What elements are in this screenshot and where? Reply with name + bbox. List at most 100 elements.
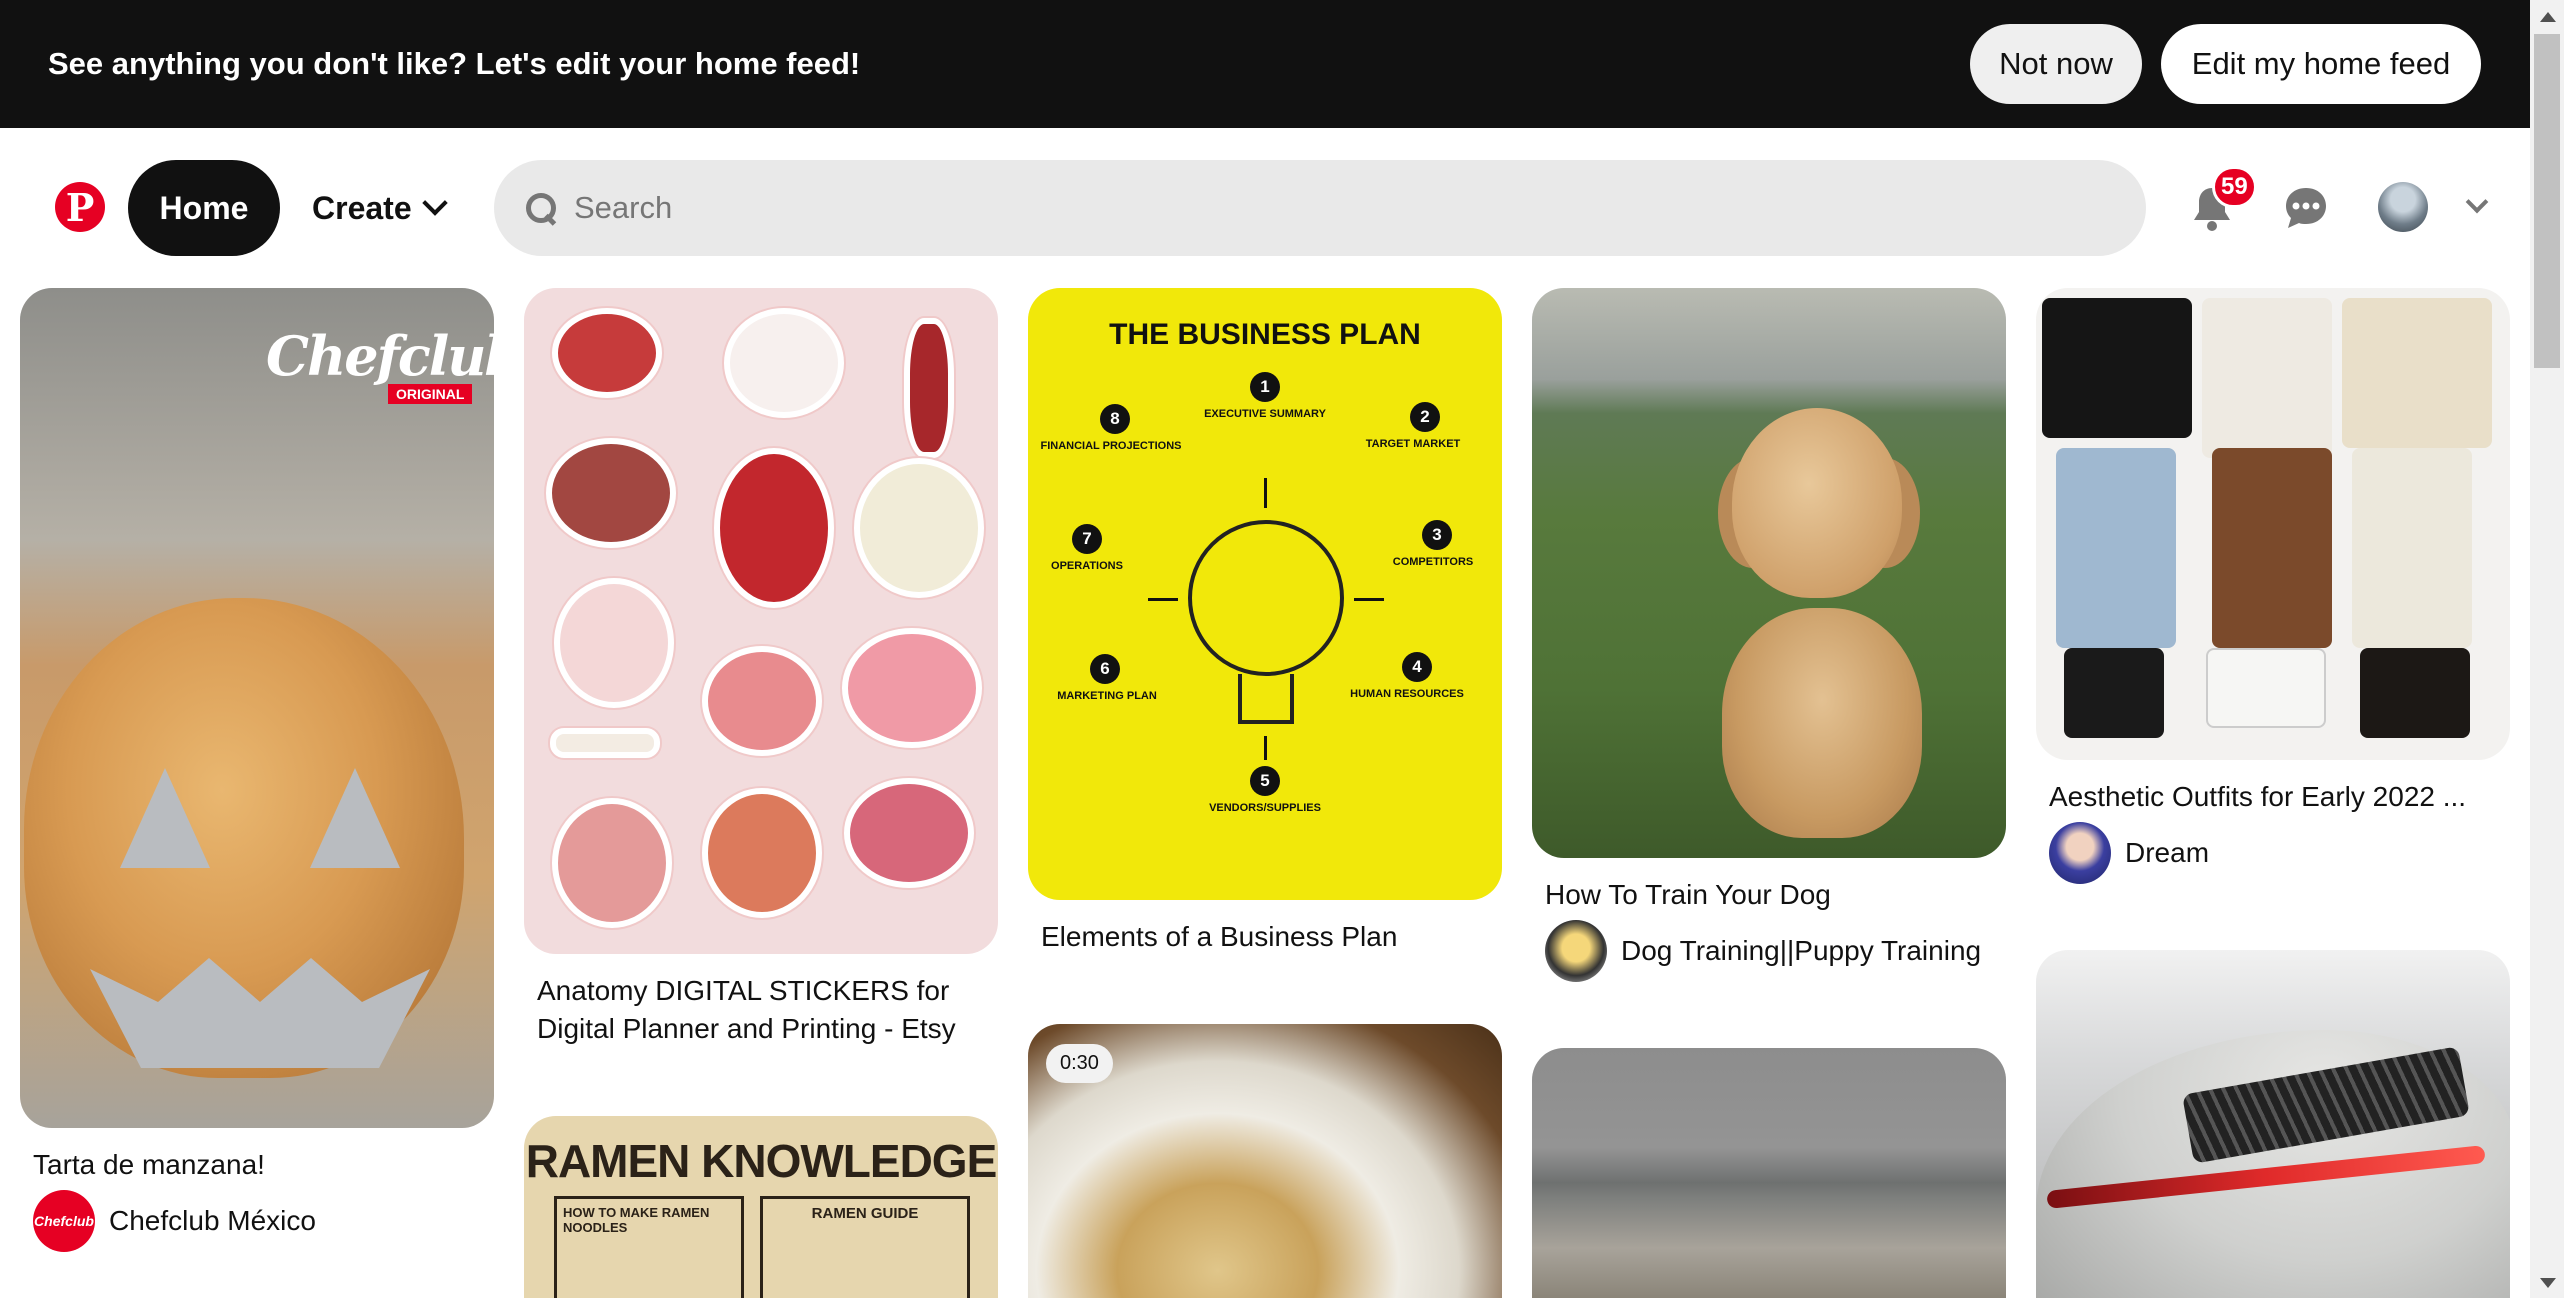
step-label: OPERATIONS [1051, 560, 1123, 572]
stomach-sticker [702, 646, 822, 756]
blue-jeans [2056, 448, 2176, 648]
scrollbar-thumb[interactable] [2534, 34, 2560, 368]
creator-avatar [1545, 920, 1607, 982]
user-avatar[interactable] [2378, 182, 2428, 232]
search-icon [524, 191, 558, 225]
ramen-subheading: HOW TO MAKE RAMEN NOODLES [563, 1205, 710, 1235]
connector-line [1264, 478, 1267, 508]
scroll-up-icon[interactable] [2540, 12, 2556, 22]
create-label: Create [312, 189, 412, 226]
kidney-sticker [552, 308, 662, 398]
step-label: EXECUTIVE SUMMARY [1204, 408, 1326, 420]
not-now-button[interactable]: Not now [1970, 24, 2142, 104]
cream-sweater [2202, 298, 2332, 458]
pin-title[interactable]: Tarta de manzana! [33, 1146, 265, 1184]
step-number: 7 [1072, 524, 1102, 554]
step-number: 2 [1410, 402, 1440, 432]
pin-image[interactable]: Chefclub ORIGINAL [20, 288, 494, 1128]
pin-image[interactable] [1532, 1048, 2006, 1298]
eye-sticker [724, 308, 844, 418]
pin-title[interactable]: Anatomy DIGITAL STICKERS for Digital Pla… [537, 972, 987, 1048]
pin-image[interactable]: RAMEN KNOWLEDGE HOW TO MAKE RAMEN NOODLE… [524, 1116, 998, 1298]
business-plan-heading: THE BUSINESS PLAN [1109, 318, 1421, 351]
heart-sticker [714, 448, 834, 608]
pin-image[interactable] [2036, 950, 2510, 1298]
creator-avatar [2049, 822, 2111, 884]
edit-feed-banner: See anything you don't like? Let's edit … [0, 0, 2564, 128]
tooth-sticker [554, 578, 674, 708]
search-bar[interactable] [494, 160, 2146, 256]
pin-title[interactable]: Aesthetic Outfits for Early 2022 ... [2049, 778, 2466, 816]
pin-title[interactable]: How To Train Your Dog [1545, 876, 1831, 914]
step-number: 3 [1422, 520, 1452, 550]
lightbulb-icon [1188, 520, 1344, 676]
chat-icon [2286, 188, 2326, 228]
ramen-panel: RAMEN GUIDE [760, 1196, 970, 1298]
home-tab[interactable]: Home [128, 160, 280, 256]
liver-sticker [546, 438, 676, 548]
search-input[interactable] [574, 190, 2074, 226]
original-tag: ORIGINAL [388, 384, 473, 404]
pin-image[interactable]: THE BUSINESS PLAN 1 EXECUTIVE SUMMARY 2 … [1028, 288, 1502, 900]
step-number: 6 [1090, 654, 1120, 684]
black-boots [2360, 648, 2470, 738]
lungs-sticker [552, 798, 672, 928]
step-number: 1 [1250, 372, 1280, 402]
notification-count-badge: 59 [2212, 166, 2257, 208]
step-label: TARGET MARKET [1365, 438, 1461, 450]
ramen-subheading: RAMEN GUIDE [811, 1205, 919, 1222]
header: P Home Create 59 [0, 128, 2530, 290]
connector-line [1264, 736, 1267, 760]
creator-name: Chefclub México [109, 1205, 316, 1236]
step-label: FINANCIAL PROJECTIONS [1040, 440, 1182, 452]
white-sneakers [2206, 648, 2326, 728]
pin-image[interactable] [524, 288, 998, 954]
step-number: 8 [1100, 404, 1130, 434]
pin-image[interactable] [1532, 288, 2006, 858]
chefclub-watermark: Chefclub [266, 324, 494, 388]
black-boots [2064, 648, 2164, 738]
edit-home-feed-button[interactable]: Edit my home feed [2161, 24, 2481, 104]
knit-vest [2342, 298, 2492, 448]
account-menu-button[interactable] [2460, 190, 2494, 224]
puppy-body [1722, 608, 1922, 838]
skull-sticker [854, 458, 984, 598]
bone-sticker [550, 728, 660, 758]
pin-creator[interactable]: Chefclub Chefclub México [33, 1190, 316, 1252]
chevron-down-icon [421, 190, 448, 216]
pin-image[interactable] [2036, 288, 2510, 760]
pin-creator[interactable]: Dream [2049, 822, 2209, 884]
video-duration-badge: 0:30 [1046, 1044, 1113, 1083]
white-pants [2352, 448, 2472, 648]
puppy-head [1732, 408, 1902, 598]
pin-image[interactable]: 0:30 [1028, 1024, 1502, 1298]
creator-name: Dog Training||Puppy Training [1621, 935, 1982, 966]
connector-line [1354, 598, 1384, 601]
step-label: MARKETING PLAN [1057, 690, 1157, 702]
brown-pants [2212, 448, 2332, 648]
ramen-panel: HOW TO MAKE RAMEN NOODLES [554, 1196, 744, 1298]
brain-sticker [842, 628, 982, 748]
step-label: COMPETITORS [1392, 556, 1474, 568]
pin-title[interactable]: Elements of a Business Plan [1041, 918, 1397, 956]
uterus-sticker [844, 778, 974, 888]
create-menu[interactable]: Create [300, 160, 456, 256]
pin-creator[interactable]: Dog Training||Puppy Training [1545, 920, 1981, 982]
step-number: 4 [1402, 652, 1432, 682]
step-label: HUMAN RESOURCES [1350, 688, 1464, 700]
step-label: VENDORS/SUPPLIES [1209, 802, 1321, 814]
creator-avatar: Chefclub [33, 1190, 95, 1252]
lightbulb-base [1238, 674, 1294, 724]
intestines-sticker [702, 788, 822, 918]
creator-name: Dream [2125, 837, 2210, 868]
black-sweater [2042, 298, 2192, 438]
chevron-down-icon [2465, 190, 2489, 214]
banner-text: See anything you don't like? Let's edit … [48, 46, 861, 81]
connector-line [1148, 598, 1178, 601]
scroll-down-icon[interactable] [2540, 1278, 2556, 1288]
messages-button[interactable] [2274, 176, 2338, 240]
pinterest-logo-icon[interactable]: P [55, 182, 105, 232]
muscle-sticker [904, 318, 954, 458]
ramen-heading: RAMEN KNOWLEDGE [525, 1135, 998, 1187]
step-number: 5 [1250, 766, 1280, 796]
